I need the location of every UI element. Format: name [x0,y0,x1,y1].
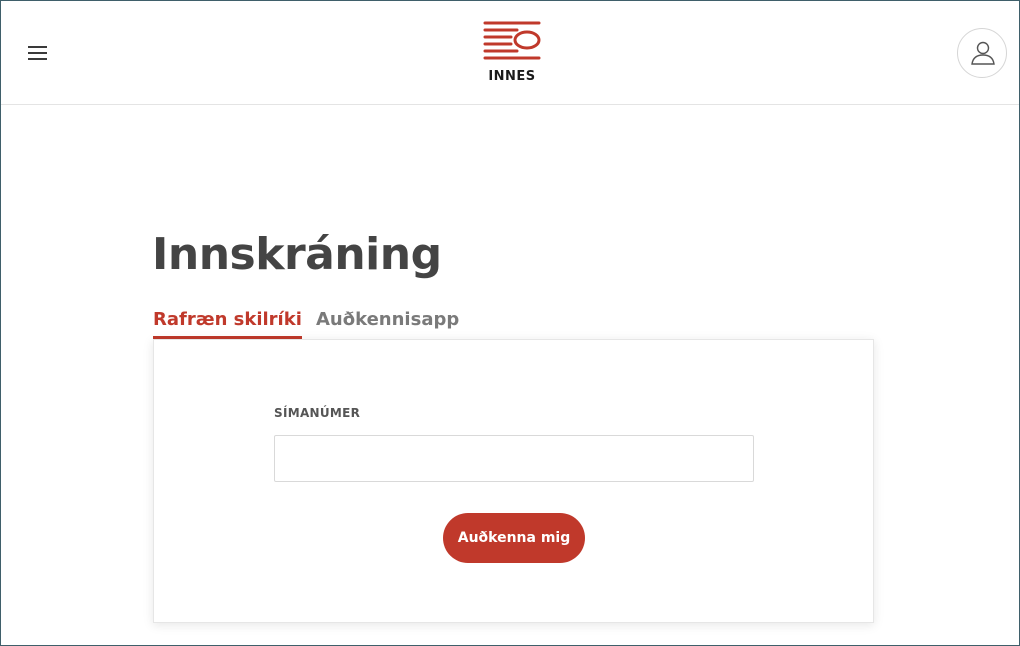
menu-line [28,52,47,54]
tab-auth-app[interactable]: Auðkennisapp [316,309,459,339]
login-form-card: SÍMANÚMER Auðkenna mig [153,339,874,623]
logo-spoon-icon [483,21,541,60]
account-button[interactable] [957,28,1007,78]
phone-number-input[interactable] [274,435,754,482]
innes-logo[interactable]: INNES [479,19,545,85]
hamburger-menu-button[interactable] [28,45,48,61]
login-method-tabs: Rafræn skilríki Auðkennisapp [153,309,873,341]
page-title: Innskráning [152,229,442,280]
brand-name: INNES [488,69,536,84]
authenticate-button[interactable]: Auðkenna mig [443,513,585,563]
menu-line [28,58,47,60]
user-icon [971,41,995,65]
app-window: INNES Innskráning Rafræn skilríki Auðken… [0,0,1020,646]
tab-electronic-id[interactable]: Rafræn skilríki [153,309,302,339]
menu-line [28,46,47,48]
top-header: INNES [1,1,1019,105]
phone-label: SÍMANÚMER [274,406,361,420]
